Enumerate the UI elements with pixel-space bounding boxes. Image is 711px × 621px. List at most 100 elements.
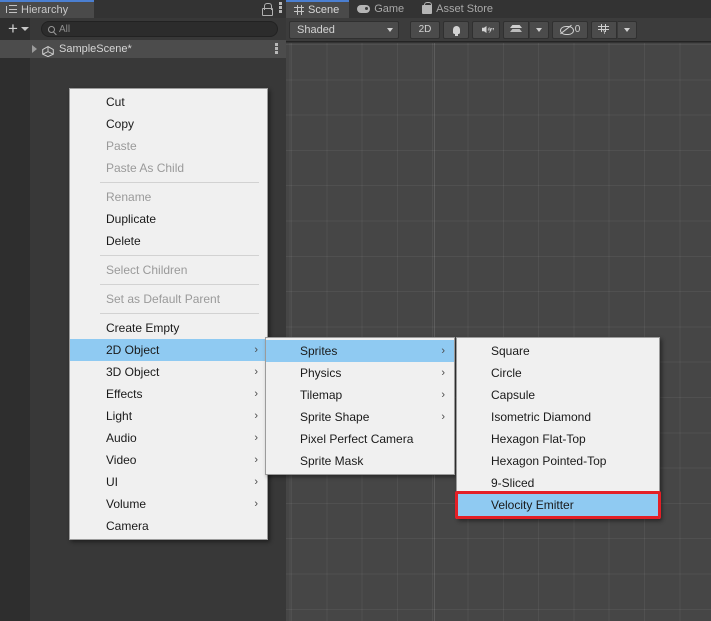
menu-item[interactable]: Effects › (70, 383, 267, 405)
menu-item-label: Physics (300, 366, 342, 380)
menu-item[interactable]: Tilemap › (266, 384, 454, 406)
menu-item[interactable]: Duplicate (70, 208, 267, 230)
menu-item[interactable]: Circle (457, 362, 659, 384)
menu-item[interactable]: Audio › (70, 427, 267, 449)
tab-scene[interactable]: Scene (286, 0, 350, 18)
hidden-objects-button[interactable]: 0 (552, 20, 588, 39)
hierarchy-scene-label: SampleScene* (59, 43, 132, 55)
scene-grid-axis-line (434, 43, 435, 621)
search-input[interactable]: All (40, 21, 278, 37)
kebab-menu-icon[interactable] (279, 2, 282, 14)
chevron-right-icon: › (254, 476, 258, 488)
panel-left-gutter (0, 18, 30, 621)
tab-game-label: Game (374, 3, 405, 15)
menu-item[interactable]: Capsule (457, 384, 659, 406)
chevron-right-icon: › (254, 454, 258, 466)
menu-item-label: Hexagon Pointed-Top (491, 454, 607, 468)
menu-item[interactable]: Velocity Emitter (457, 494, 659, 516)
menu-item[interactable]: Sprite Mask (266, 450, 454, 472)
menu-item[interactable]: Physics › (266, 362, 454, 384)
toggle-lighting-button[interactable] (443, 20, 469, 39)
menu-item[interactable]: 3D Object › (70, 361, 267, 383)
menu-item-label: Sprite Shape (300, 410, 370, 424)
menu-item[interactable]: UI › (70, 471, 267, 493)
speaker-icon (481, 26, 491, 33)
menu-item[interactable]: Pixel Perfect Camera (266, 428, 454, 450)
toggle-gizmos-button[interactable]: Y (591, 20, 617, 39)
menu-item-label: Capsule (491, 388, 536, 402)
toggle-audio-button[interactable] (472, 20, 500, 39)
tab-game[interactable]: Game (349, 0, 414, 18)
row-kebab-menu-icon[interactable] (275, 43, 278, 55)
menu-item[interactable]: Sprites › (266, 340, 454, 362)
menu-item: Select Children (70, 259, 267, 281)
search-icon (47, 25, 55, 33)
sprites-submenu[interactable]: Square Circle Capsule Isometric Diamond Hexa… (456, 337, 660, 519)
toggle-fx-button[interactable] (503, 20, 529, 39)
menu-item[interactable]: Sprite Shape › (266, 406, 454, 428)
chevron-right-icon: › (441, 411, 445, 423)
menu-separator (100, 284, 259, 285)
hierarchy-tabstrip: Hierarchy (0, 0, 286, 18)
scene-viewport[interactable] (286, 43, 711, 621)
menu-item[interactable]: 2D Object › (70, 339, 267, 361)
menu-item[interactable]: Camera (70, 515, 267, 537)
menu-item-label: Video (106, 453, 137, 467)
menu-item[interactable]: Hexagon Flat-Top (457, 428, 659, 450)
hierarchy-icon (6, 5, 17, 15)
tab-scene-label: Scene (308, 4, 340, 16)
menu-item[interactable]: Hexagon Pointed-Top (457, 450, 659, 472)
menu-item[interactable]: Cut (70, 91, 267, 113)
search-placeholder: All (58, 23, 71, 35)
draw-mode-dropdown[interactable]: Shaded (289, 20, 399, 39)
menu-item[interactable]: Create Empty (70, 317, 267, 339)
menu-item: Paste (70, 135, 267, 157)
menu-item[interactable]: Volume › (70, 493, 267, 515)
gizmos-dropdown-button[interactable] (617, 20, 637, 39)
hierarchy-toolbar: + All (0, 18, 286, 40)
menu-item-label: Cut (106, 95, 125, 109)
chevron-down-icon (624, 27, 630, 32)
tab-asset-store[interactable]: Asset Store (414, 0, 503, 18)
menu-item[interactable]: Video › (70, 449, 267, 471)
menu-item[interactable]: Square (457, 340, 659, 362)
menu-item-label: Create Empty (106, 321, 180, 335)
menu-item-label: Square (491, 344, 530, 358)
chevron-down-icon (20, 27, 29, 31)
menu-item[interactable]: Light › (70, 405, 267, 427)
plus-icon: + (8, 19, 18, 38)
menu-item-label: Paste (106, 139, 137, 153)
menu-item-label: Pixel Perfect Camera (300, 432, 414, 446)
menu-item-label: UI (106, 475, 118, 489)
toggle-2d-button[interactable]: 2D (410, 20, 440, 39)
chevron-right-icon: › (441, 345, 445, 357)
menu-item-label: Light (106, 409, 133, 423)
chevron-right-icon: › (254, 498, 258, 510)
2d-object-submenu[interactable]: Sprites › Physics › Tilemap › Sprite Shape › Pix… (265, 337, 455, 475)
menu-item: Rename (70, 186, 267, 208)
tab-hierarchy[interactable]: Hierarchy (0, 0, 94, 18)
lock-icon[interactable] (262, 2, 273, 16)
menu-separator (100, 182, 259, 183)
create-object-button[interactable]: + (6, 19, 31, 38)
tab-asset-store-label: Asset Store (436, 3, 494, 15)
fx-dropdown-button[interactable] (529, 20, 549, 39)
hierarchy-context-menu[interactable]: Cut Copy Paste Paste As Child Rename Duplicat… (69, 88, 268, 540)
effects-layers-icon (510, 25, 522, 34)
menu-item: Paste As Child (70, 157, 267, 179)
unity-editor-window: Hierarchy + All SampleScene* Scene Game … (0, 0, 711, 621)
menu-item-label: Hexagon Flat-Top (491, 432, 586, 446)
expand-arrow-icon[interactable] (32, 45, 37, 53)
chevron-right-icon: › (254, 432, 258, 444)
gizmos-icon: Y (598, 24, 610, 36)
chevron-right-icon: › (254, 410, 258, 422)
menu-item[interactable]: Copy (70, 113, 267, 135)
menu-item[interactable]: Isometric Diamond (457, 406, 659, 428)
menu-item-label: Audio (106, 431, 137, 445)
fx-button-group (503, 20, 549, 39)
hierarchy-row-samplescene[interactable]: SampleScene* (0, 40, 286, 58)
menu-item-label: Circle (491, 366, 522, 380)
menu-item[interactable]: Delete (70, 230, 267, 252)
gizmos-button-group: Y (591, 20, 637, 39)
menu-item[interactable]: 9-Sliced (457, 472, 659, 494)
